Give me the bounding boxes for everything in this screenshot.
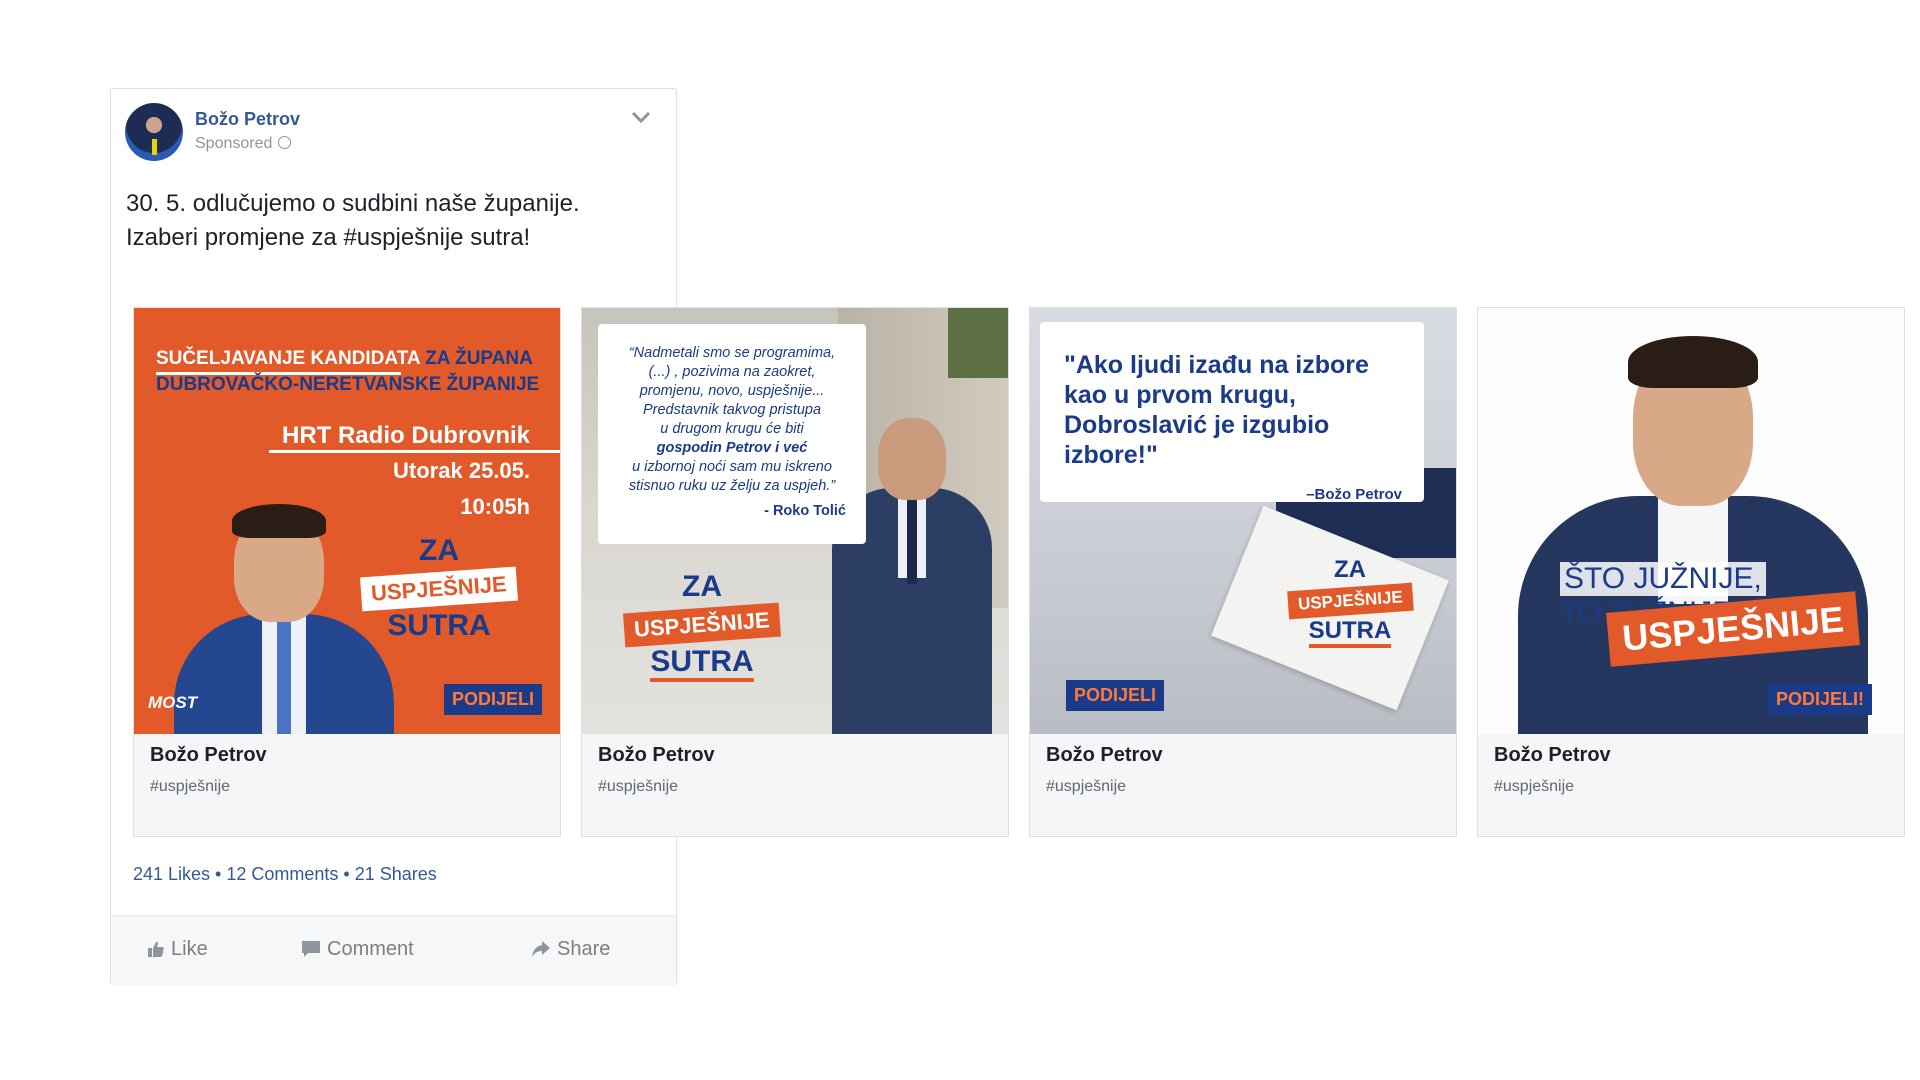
quote-text: "Ako ljudi izađu na izbore kao u prvom k… xyxy=(1064,350,1369,470)
action-bar: Like Comment Share xyxy=(111,915,676,986)
image-text-line: HRT Radio Dubrovnik xyxy=(281,422,530,449)
comment-icon xyxy=(302,941,320,957)
image-text-line: SUČELJAVANJE KANDIDATA xyxy=(156,348,420,369)
slogan-sutra: SUTRA xyxy=(650,646,754,682)
like-button[interactable]: Like xyxy=(147,938,208,961)
slogan-block: ZA USPJEŠNIJE SUTRA xyxy=(1280,556,1420,648)
sponsored-label: Sponsored xyxy=(195,135,292,153)
slogan-za: ZA xyxy=(419,534,459,567)
image-text: SUČELJAVANJE KANDIDATA ZA ŽUPANA xyxy=(156,348,533,370)
slogan-uspjesnije: USPJEŠNIJE xyxy=(360,566,518,612)
slogan-uspjesnije: USPJEŠNIJE xyxy=(623,602,781,648)
chevron-down-icon[interactable] xyxy=(630,109,652,125)
comment-label: Comment xyxy=(327,938,414,960)
author-avatar[interactable] xyxy=(125,103,183,161)
quote-box: “Nadmetali smo se programima, (...) , po… xyxy=(598,324,866,544)
card-title[interactable]: Božo Petrov xyxy=(150,744,267,767)
globe-icon xyxy=(278,136,292,149)
card-title[interactable]: Božo Petrov xyxy=(1046,744,1163,767)
ad-carousel[interactable]: SUČELJAVANJE KANDIDATA ZA ŽUPANA DUBROVA… xyxy=(133,307,1913,837)
sponsored-text: Sponsored xyxy=(195,135,273,152)
quote-line: Dobroslavić je izgubio xyxy=(1064,411,1330,439)
card-subtitle: #uspješnije xyxy=(150,778,231,795)
slogan-za: ZA xyxy=(1334,556,1366,583)
post-text: 30. 5. odlučujemo o sudbini naše županij… xyxy=(126,187,656,255)
card-title[interactable]: Božo Petrov xyxy=(598,744,715,767)
quote-line: gospodin Petrov i već xyxy=(656,440,808,456)
carousel-card[interactable]: ŠTO JUŽNIJE, TO TUŽNIJE USPJEŠNIJE PODIJ… xyxy=(1477,307,1905,837)
card-subtitle: #uspješnije xyxy=(1046,778,1127,795)
quote-line: izbore!" xyxy=(1064,441,1158,469)
quote-line: "Ako ljudi izađu na izbore xyxy=(1064,351,1369,379)
slogan-sutra: SUTRA xyxy=(387,610,491,646)
quote-line: u drugom krugu će biti xyxy=(660,421,804,437)
quote-line: “Nadmetali smo se programima, xyxy=(628,345,836,361)
image-text-line: 10:05h xyxy=(460,494,530,519)
card-title[interactable]: Božo Petrov xyxy=(1494,744,1611,767)
podijeli-badge: PODIJELI! xyxy=(1768,684,1873,715)
carousel-card[interactable]: "Ako ljudi izađu na izbore kao u prvom k… xyxy=(1029,307,1457,837)
quote-box: "Ako ljudi izađu na izbore kao u prvom k… xyxy=(1040,322,1424,503)
carousel-card[interactable]: SUČELJAVANJE KANDIDATA ZA ŽUPANA DUBROVA… xyxy=(133,307,561,837)
share-label: Share xyxy=(557,938,611,960)
share-icon xyxy=(532,941,550,957)
quote-attribution: - Roko Tolić xyxy=(764,503,846,519)
quote-line: u izbornoj noći sam mu iskreno xyxy=(632,459,832,475)
card-image[interactable]: "Ako ljudi izađu na izbore kao u prvom k… xyxy=(1030,308,1456,734)
quote-line: (...) , pozivima na zaokret, xyxy=(648,364,816,380)
podijeli-badge: PODIJELI xyxy=(444,684,543,715)
slogan-line: ŠTO JUŽNIJE, xyxy=(1560,562,1766,596)
slogan-uspjesnije: USPJEŠNIJE xyxy=(1286,582,1414,620)
quote-line: kao u prvom krugu, xyxy=(1064,381,1296,409)
engagement-summary[interactable]: 241 Likes • 12 Comments • 21 Shares xyxy=(133,864,437,885)
card-subtitle: #uspješnije xyxy=(1494,778,1575,795)
most-logo: MOST xyxy=(148,693,198,712)
author-name[interactable]: Božo Petrov xyxy=(195,109,300,130)
slogan-za: ZA xyxy=(682,570,722,603)
quote-line: promjenu, novo, uspješnije... xyxy=(639,383,825,399)
quote-attribution: –Božo Petrov xyxy=(1306,486,1402,503)
carousel-card[interactable]: “Nadmetali smo se programima, (...) , po… xyxy=(581,307,1009,837)
slogan-block: ZA USPJEŠNIJE SUTRA xyxy=(339,534,539,646)
comment-button[interactable]: Comment xyxy=(301,938,414,961)
quote-line: Predstavnik takvog pristupa xyxy=(642,402,822,418)
card-image[interactable]: ŠTO JUŽNIJE, TO TUŽNIJE USPJEŠNIJE PODIJ… xyxy=(1478,308,1904,734)
candidate-photo xyxy=(1518,326,1868,734)
like-label: Like xyxy=(171,938,208,960)
image-text-line: ZA ŽUPANA xyxy=(425,348,533,369)
quote-line: stisnuo ruku uz želju za uspjeh.” xyxy=(628,478,836,494)
card-image[interactable]: SUČELJAVANJE KANDIDATA ZA ŽUPANA DUBROVA… xyxy=(134,308,560,734)
share-button[interactable]: Share xyxy=(531,938,610,961)
podijeli-badge: PODIJELI xyxy=(1066,680,1165,711)
slogan-sutra: SUTRA xyxy=(1308,618,1392,648)
image-text-line: Utorak 25.05. xyxy=(393,458,530,483)
slogan-block: ZA USPJEŠNIJE SUTRA xyxy=(612,570,792,682)
post-text-line: Izaberi promjene za #uspješnije sutra! xyxy=(126,224,531,251)
thumbs-up-icon xyxy=(148,941,164,957)
post-text-line: 30. 5. odlučujemo o sudbini naše županij… xyxy=(126,190,580,217)
card-image[interactable]: “Nadmetali smo se programima, (...) , po… xyxy=(582,308,1008,734)
image-text-line: DUBROVAČKO-NERETVANSKE ŽUPANIJE xyxy=(156,374,540,395)
card-subtitle: #uspješnije xyxy=(598,778,679,795)
